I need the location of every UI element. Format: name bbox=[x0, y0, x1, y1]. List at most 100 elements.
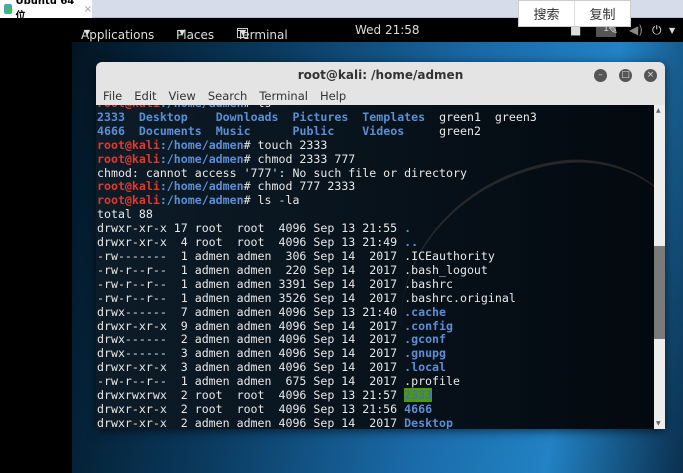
directory-name: 4666 bbox=[404, 401, 433, 416]
context-search[interactable]: 搜索 bbox=[519, 1, 574, 26]
menu-view[interactable]: View bbox=[169, 89, 196, 105]
terminal-line: -rw-r--r-- 1 admen admen 220 Sep 14 2017… bbox=[97, 262, 537, 278]
prompt-path: :/home/admen bbox=[159, 151, 244, 166]
terminal-line: drwxr-xr-x 3 admen admen 4096 Sep 14 201… bbox=[97, 360, 537, 375]
scroll-down-icon[interactable]: ▼ bbox=[656, 420, 661, 427]
terminal-line: drwx------ 3 admen admen 4096 Sep 14 201… bbox=[97, 346, 537, 361]
volume-icon[interactable]: ◀) bbox=[629, 23, 643, 37]
close-tab-icon[interactable]: × bbox=[84, 4, 92, 15]
prompt-user: root@kali bbox=[97, 193, 160, 208]
terminal-output[interactable]: root@kali:/home/admen# ls2333 Desktop Do… bbox=[96, 105, 654, 429]
directory-name: Templates bbox=[362, 109, 426, 124]
directory-name: Music bbox=[215, 123, 251, 138]
vm-tab[interactable]: Ubuntu 64 位 × bbox=[0, 0, 92, 22]
prompt-path: :/home/admen bbox=[159, 137, 244, 152]
menu-search[interactable]: Search bbox=[208, 89, 248, 105]
directory-name: Public bbox=[292, 123, 335, 138]
terminal-text: -rw-r--r-- 1 admen admen 675 Sep 14 2017… bbox=[97, 374, 460, 389]
terminal-text: drwx------ 2 admen admen 4096 Sep 14 201… bbox=[97, 332, 405, 347]
directory-name: Downloads bbox=[215, 109, 279, 124]
left-margin bbox=[0, 18, 72, 473]
terminal-text: # chmod 777 2333 bbox=[243, 179, 356, 194]
scrollbar-thumb[interactable] bbox=[654, 245, 665, 339]
terminal-line: root@kali:/home/admen# ls -la bbox=[97, 193, 537, 208]
terminal-window: root@kali: /home/admen – □ × File Edit V… bbox=[96, 62, 665, 429]
terminal-line: -rw-r--r-- 1 admen admen 3391 Sep 14 201… bbox=[97, 276, 537, 292]
terminal-line: 4666 Documents Music Public Videos green… bbox=[97, 123, 537, 139]
menu-file[interactable]: File bbox=[103, 89, 122, 105]
terminal-text: drwx------ 3 admen admen 4096 Sep 14 201… bbox=[97, 346, 405, 361]
terminal-text: drwxr-xr-x 3 admen admen 4096 Sep 14 201… bbox=[97, 360, 405, 375]
close-button[interactable]: × bbox=[644, 69, 657, 82]
directory-name: Desktop bbox=[404, 415, 453, 429]
directory-name: .local bbox=[404, 360, 447, 375]
prompt-user: root@kali bbox=[97, 137, 160, 152]
directory-name: .cache bbox=[404, 304, 447, 319]
terminal-line: drwxr-xr-x 17 root root 4096 Sep 13 21:5… bbox=[97, 221, 537, 236]
menu-terminal[interactable]: Terminal bbox=[259, 89, 308, 105]
terminal-line: drwxr-xr-x 9 admen admen 4096 Sep 14 201… bbox=[97, 318, 537, 334]
context-copy[interactable]: 复制 bbox=[574, 1, 630, 26]
prompt-path: :/home/admen bbox=[159, 193, 244, 208]
minimize-button[interactable]: – bbox=[594, 69, 607, 82]
terminal-line: -rw-r--r-- 1 admen admen 3526 Sep 14 201… bbox=[97, 290, 537, 306]
terminal-line: drwx------ 7 admen admen 4096 Sep 13 21:… bbox=[97, 304, 537, 320]
directory-name: .config bbox=[404, 318, 453, 333]
terminal-line: drwxr-xr-x 4 root root 4096 Sep 13 21:49… bbox=[97, 235, 537, 250]
directory-name: .gconf bbox=[404, 332, 447, 347]
clock[interactable]: Wed 21:58 bbox=[355, 23, 420, 37]
terminal-text: drwxr-xr-x 2 root root 4096 Sep 13 21:56 bbox=[97, 401, 405, 416]
terminal-line: root@kali:/home/admen# chmod 2333 777 bbox=[97, 151, 537, 167]
window-title: root@kali: /home/admen bbox=[297, 68, 464, 82]
scrollbar[interactable]: ▲ ▼ bbox=[654, 105, 665, 429]
terminal-line: root@kali:/home/admen# touch 2333 bbox=[97, 137, 537, 153]
terminal-line: 2333 Desktop Downloads Pictures Template… bbox=[97, 109, 537, 125]
terminal-text: total 88 bbox=[97, 207, 153, 222]
terminal-text: drwxrwxrwx 2 root root 4096 Sep 13 21:57 bbox=[97, 388, 405, 403]
terminal-text: -rw------- 1 admen admen 306 Sep 14 2017… bbox=[97, 248, 495, 263]
terminal-text: chmod: cannot access '777': No such file… bbox=[97, 165, 467, 180]
directory-name: Desktop bbox=[138, 109, 188, 124]
terminal-text: drwxr-xr-x 17 root root 4096 Sep 13 21:5… bbox=[97, 221, 405, 236]
terminal-text: drwx------ 7 admen admen 4096 Sep 13 21:… bbox=[97, 304, 405, 319]
terminal-line: -rw------- 1 admen admen 306 Sep 14 2017… bbox=[97, 248, 537, 264]
terminal-text: -rw-r--r-- 1 admen admen 3526 Sep 14 201… bbox=[97, 290, 516, 305]
maximize-button[interactable]: □ bbox=[619, 69, 632, 82]
directory-name: .. bbox=[404, 235, 419, 250]
terminal-text: green2 bbox=[404, 123, 481, 138]
directory-name: 2333 bbox=[404, 388, 433, 403]
context-menu: 搜索 复制 bbox=[518, 0, 631, 27]
menu-help[interactable]: Help bbox=[320, 89, 346, 105]
terminal-line: drwxr-xr-x 2 admen admen 4096 Sep 14 201… bbox=[97, 415, 537, 429]
directory-name: Documents bbox=[138, 123, 202, 138]
terminal-line: chmod: cannot access '777': No such file… bbox=[97, 165, 537, 181]
prompt-path: :/home/admen bbox=[159, 179, 244, 194]
terminal-line: drwxr-xr-x 2 root root 4096 Sep 13 21:56… bbox=[97, 401, 537, 417]
terminal-text: # ls -la bbox=[243, 193, 300, 208]
terminal-text: green1 green3 bbox=[425, 109, 537, 124]
terminal-text: # chmod 2333 777 bbox=[243, 151, 356, 166]
terminal-text: -rw-r--r-- 1 admen admen 220 Sep 14 2017… bbox=[97, 262, 488, 277]
prompt-user: root@kali bbox=[97, 151, 160, 166]
menu-bar: File Edit View Search Terminal Help bbox=[96, 86, 665, 105]
terminal-line: -rw-r--r-- 1 admen admen 675 Sep 14 2017… bbox=[97, 374, 537, 389]
menu-edit[interactable]: Edit bbox=[134, 89, 156, 105]
directory-name: Pictures bbox=[292, 109, 349, 124]
prompt-user: root@kali bbox=[97, 179, 160, 194]
directory-name: .gnupg bbox=[404, 346, 447, 361]
power-icon[interactable]: ⏻ bbox=[652, 23, 662, 38]
terminal-text: drwxr-xr-x 2 admen admen 4096 Sep 14 201… bbox=[97, 415, 405, 429]
terminal-text: -rw-r--r-- 1 admen admen 3391 Sep 14 201… bbox=[97, 276, 453, 291]
terminal-text: # touch 2333 bbox=[243, 137, 328, 152]
terminal-line: root@kali:/home/admen# chmod 777 2333 bbox=[97, 179, 537, 194]
chevron-down-icon[interactable]: ▼ bbox=[669, 26, 675, 35]
scroll-up-icon[interactable]: ▲ bbox=[656, 107, 661, 114]
terminal-line: total 88 bbox=[97, 207, 537, 222]
